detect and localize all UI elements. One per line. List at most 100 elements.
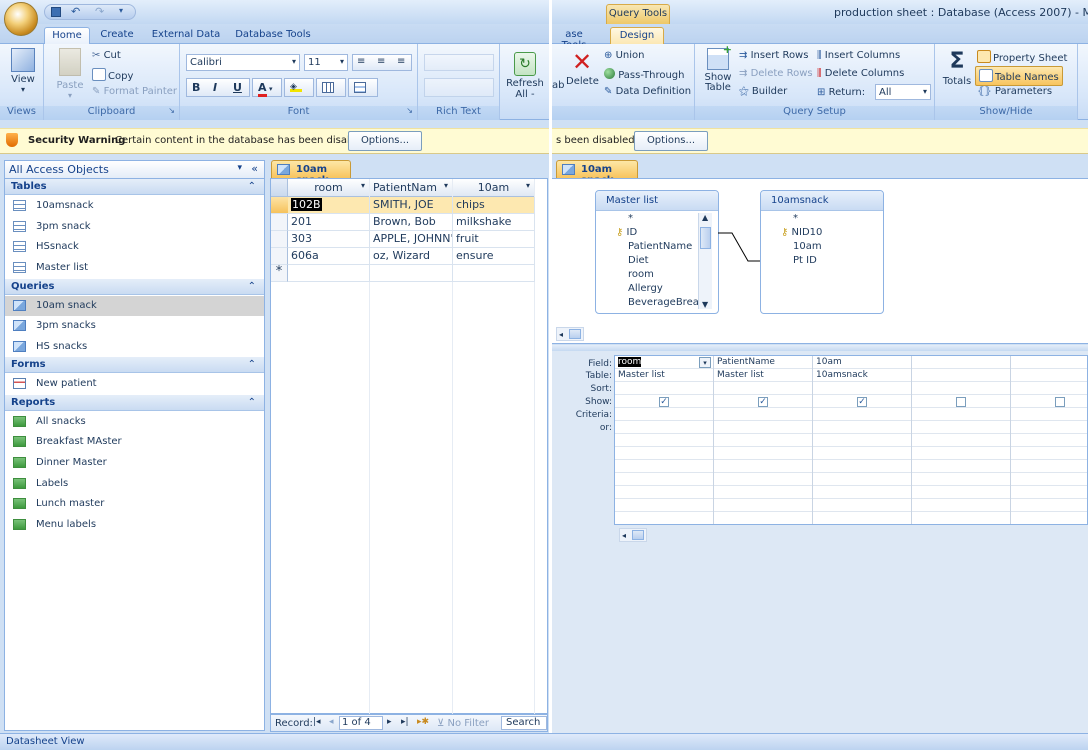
data-definition-button[interactable]: ✎ Data Definition [604,86,691,97]
table-cell[interactable]: fruit [453,231,535,248]
cut-button[interactable]: ✂ Cut [92,50,121,61]
filter-indicator[interactable]: ⊻ No Filter [437,718,489,729]
builder-button[interactable]: ⚝ Builder [739,86,787,97]
return-select[interactable]: All ▾ [875,84,931,100]
union-button[interactable]: ⊕ Union [604,50,644,61]
tab-home[interactable]: Home [44,27,90,45]
nav-item-report[interactable]: Breakfast MAster [5,432,264,452]
options-button[interactable]: Options... [348,131,422,151]
qbe-horizontal-scrollbar[interactable]: ◂ [619,528,647,542]
font-size-select[interactable]: 11 ▾ [304,54,348,71]
field-item[interactable]: PatientName [628,241,692,252]
nav-item-form[interactable]: New patient [5,374,264,394]
column-header[interactable]: room ▾ [288,179,370,197]
align-right-icon[interactable]: ≡ [397,56,405,67]
nav-section-forms[interactable]: Forms ⌃ [5,357,264,373]
indent-buttons[interactable] [424,54,494,71]
insert-rows-button[interactable]: ⇉ Insert Rows [739,50,808,61]
qbe-table-cell[interactable]: Master list [615,370,713,380]
underline-button[interactable]: U [233,81,242,94]
align-center-icon[interactable]: ≡ [377,56,385,67]
customize-qat-icon[interactable]: ▾ [119,6,123,15]
table-cell[interactable]: milkshake [453,214,535,231]
nav-section-queries[interactable]: Queries ⌃ [5,279,264,295]
field-item[interactable]: ⚷ ID [616,227,637,238]
field-item[interactable]: Allergy [628,283,663,294]
scroll-thumb[interactable] [700,227,711,249]
tab-design[interactable]: Design [610,27,664,45]
shutter-bar-close-icon[interactable]: « [251,162,258,175]
show-checkbox[interactable] [1055,397,1065,407]
row-selector[interactable] [271,214,288,231]
tab-database-tools-partial[interactable]: ase Tools [552,27,596,51]
table-cell[interactable] [288,265,370,282]
property-sheet-button[interactable]: Property Sheet [977,50,1067,64]
show-table-button[interactable]: + Show Table [701,44,735,93]
field-list-scrollbar[interactable]: ▲ ▼ [698,213,712,309]
dialog-launcher-icon[interactable]: ↘ [406,106,413,115]
row-selector[interactable] [271,197,288,214]
chevron-down-icon[interactable]: ▾ [699,357,711,368]
chevron-down-icon[interactable]: ▾ [526,181,530,190]
nav-item-table[interactable]: HSsnack [5,237,264,257]
scroll-thumb[interactable] [632,530,644,540]
save-icon[interactable] [51,7,61,17]
table-cell[interactable]: SMITH, JOE [370,197,453,214]
format-painter-button[interactable]: ✎ Format Painter [92,86,177,97]
table-cell[interactable]: Brown, Bob [370,214,453,231]
qbe-field-cell[interactable]: room ▾ [615,357,713,368]
nav-item-query[interactable]: 10am snack [5,296,264,316]
field-item[interactable]: Pt ID [793,255,817,266]
table-cell[interactable]: 303 [288,231,370,248]
qbe-table-cell[interactable]: 10amsnack [813,370,911,380]
qbe-table-cell[interactable]: Master list [714,370,812,380]
row-selector[interactable] [271,248,288,265]
chevron-down-icon[interactable]: ▾ [361,181,365,190]
copy-button[interactable]: Copy [92,68,133,82]
delete-columns-button[interactable]: ⫼ Delete Columns [817,68,904,79]
search-box[interactable]: Search [501,716,547,730]
dialog-launcher-icon[interactable]: ↘ [168,106,175,115]
field-item[interactable]: ⚷ NID10 [781,227,822,238]
nav-item-report[interactable]: Labels [5,474,264,494]
redo-icon[interactable]: ↷ [95,5,104,18]
next-record-icon[interactable]: ▸ [387,717,392,727]
table-cell[interactable] [370,265,453,282]
record-position-input[interactable]: 1 of 4 [339,716,383,730]
paste-button[interactable]: Paste ▾ [54,48,86,100]
nav-item-query[interactable]: 3pm snacks [5,316,264,336]
scroll-down-icon[interactable]: ▼ [702,300,708,309]
nav-section-tables[interactable]: Tables ⌃ [5,179,264,195]
new-record-icon[interactable]: ▸✱ [417,717,429,727]
undo-icon[interactable]: ↶ [71,5,80,18]
view-button[interactable]: View ▾ [7,48,39,94]
table-cell[interactable]: ensure [453,248,535,265]
totals-button[interactable]: Σ Totals [941,48,973,87]
options-button[interactable]: Options... [634,131,708,151]
table-cell[interactable] [453,265,535,282]
nav-item-report[interactable]: All snacks [5,412,264,432]
nav-menu-icon[interactable]: ▾ [237,163,242,173]
alt-row-color-button[interactable] [348,78,378,97]
scroll-thumb[interactable] [569,329,581,339]
nav-item-table[interactable]: 3pm snack [5,217,264,237]
pass-through-button[interactable]: Pass-Through [604,68,685,81]
scroll-left-icon[interactable]: ◂ [622,531,626,540]
list-buttons[interactable] [424,78,494,97]
qbe-field-cell[interactable]: 10am [813,357,911,367]
refresh-all-button[interactable]: ↻ Refresh All - [504,52,546,100]
show-checkbox[interactable]: ✓ [857,397,867,407]
nav-item-report[interactable]: Lunch master [5,494,264,514]
nav-item-table[interactable]: Master list [5,258,264,278]
delete-rows-button[interactable]: ⇉ Delete Rows [739,68,813,79]
tab-create[interactable]: Create [96,27,138,45]
chevron-down-icon[interactable]: ▾ [444,181,448,190]
tab-external-data[interactable]: External Data [148,27,224,45]
table-cell[interactable]: 102B [288,197,370,214]
insert-columns-button[interactable]: ⫼ Insert Columns [817,50,900,61]
gridlines-button[interactable] [316,78,346,97]
nav-item-query[interactable]: HS snacks [5,337,264,357]
font-family-select[interactable]: Calibri ▾ [186,54,300,71]
field-list-10amsnack[interactable]: 10amsnack * ⚷ NID10 10am Pt ID [760,190,884,314]
italic-button[interactable]: I [213,81,217,94]
